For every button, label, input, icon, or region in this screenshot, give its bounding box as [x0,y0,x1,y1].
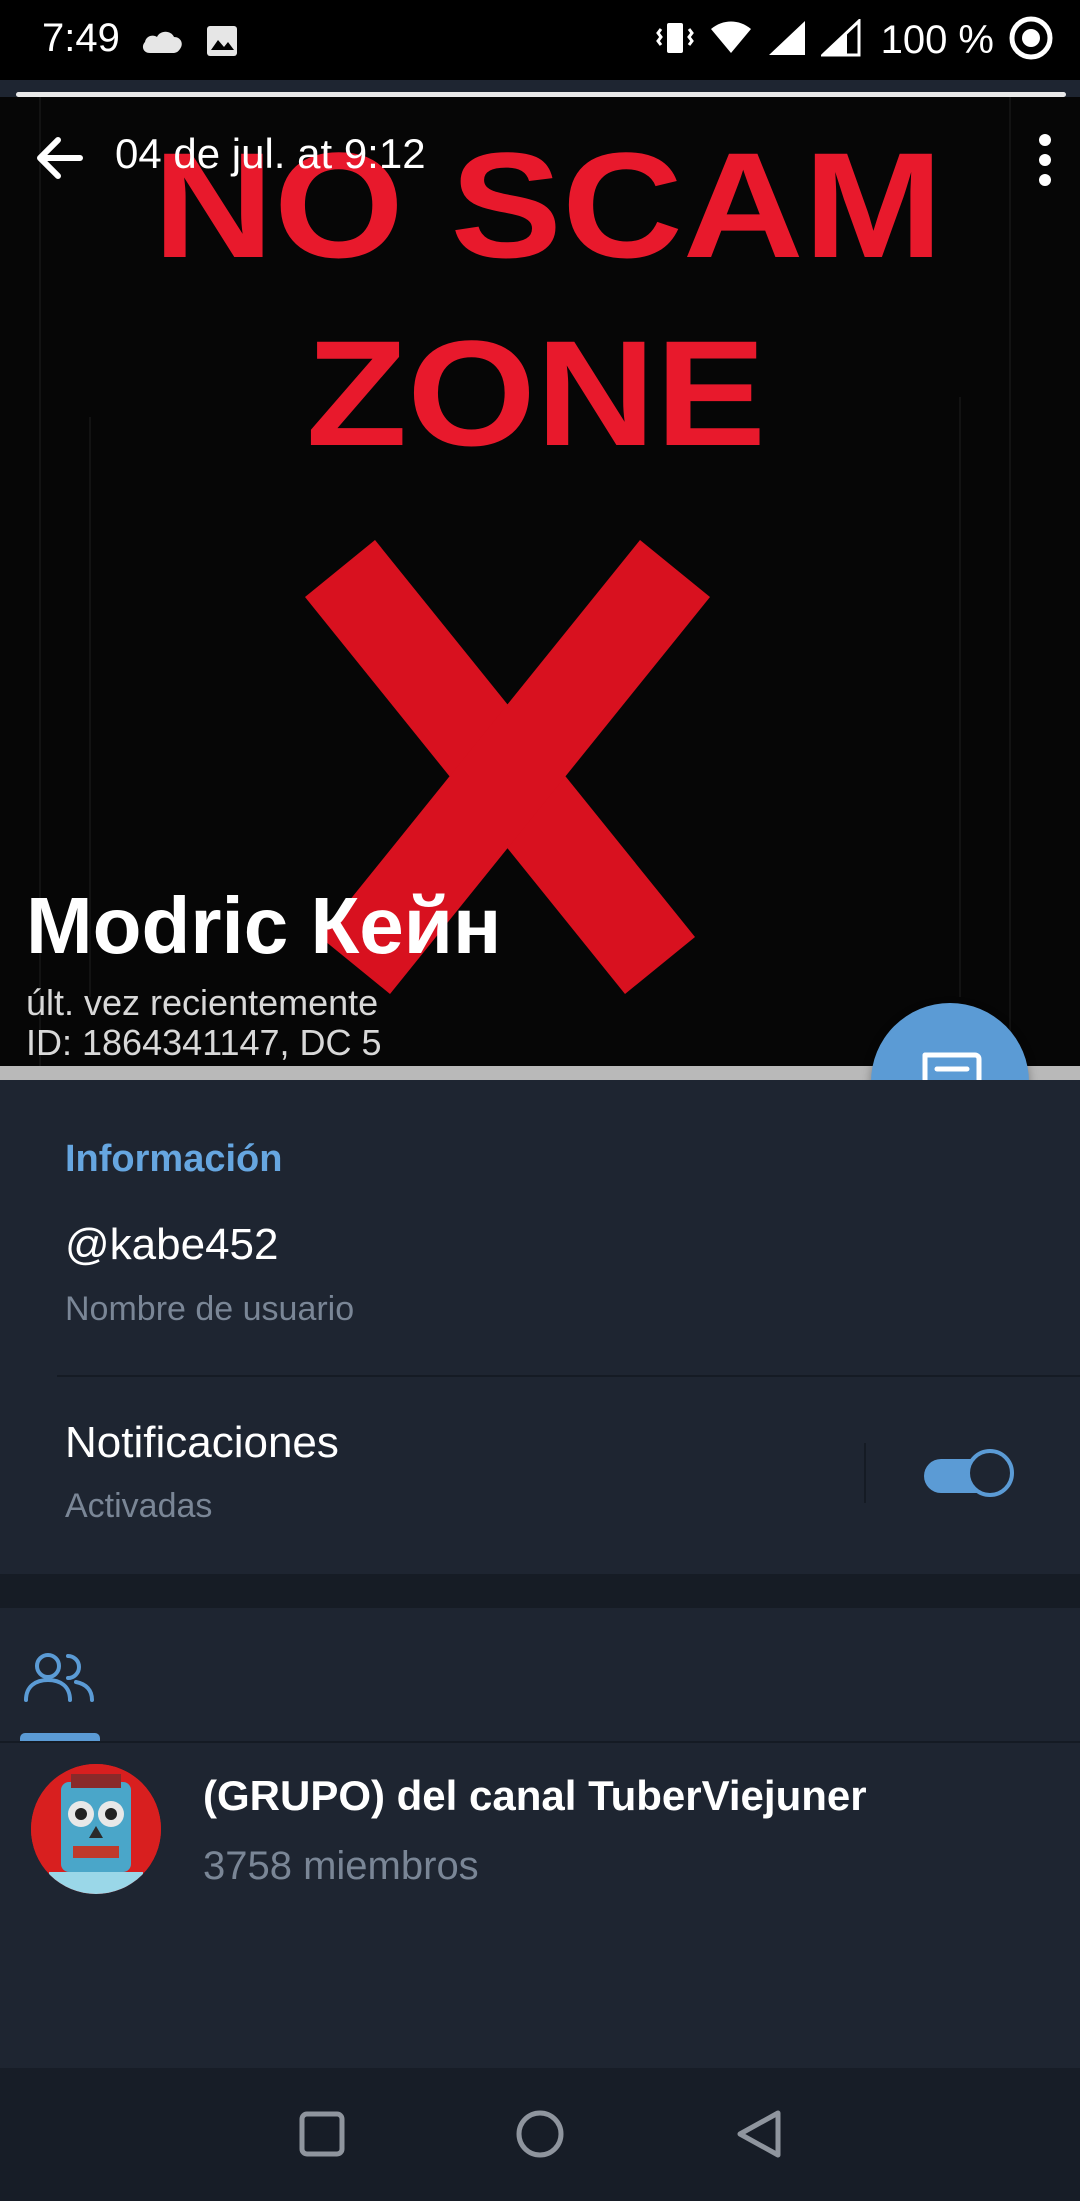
wifi-icon [709,19,753,62]
section-gap [0,1574,1080,1608]
recents-square-icon[interactable] [298,2108,346,2165]
group-member-count: 3758 miembros [203,1844,479,1888]
back-button[interactable] [30,130,96,186]
back-triangle-icon[interactable] [734,2108,784,2165]
svg-text:ZONE: ZONE [306,309,766,477]
username-value[interactable]: @kabe452 [65,1220,279,1270]
notifications-caption: Activadas [65,1487,213,1525]
last-seen-date-title: 04 de jul. at 9:12 [115,130,426,177]
more-options-button[interactable] [1030,130,1060,190]
cloud-icon [140,26,184,61]
shared-tabs-bar [0,1608,1080,1743]
notifications-toggle[interactable] [922,1449,1018,1499]
profile-name: Modric Кейн [26,881,502,970]
info-section-title: Información [65,1138,283,1180]
more-vertical-icon [1039,134,1051,186]
status-right: 100 % [655,14,1054,66]
battery-text: 100 % [880,17,994,62]
group-avatar [31,1764,161,1894]
home-circle-icon[interactable] [514,2108,566,2165]
vibrate-icon [655,19,695,62]
status-bar: 7:49 100 % [0,0,1080,80]
signal-icon [767,19,807,62]
notifications-title[interactable]: Notificaciones [65,1418,339,1468]
arrow-left-icon [37,137,83,179]
username-caption: Nombre de usuario [65,1290,355,1328]
members-icon[interactable] [22,1648,96,1713]
profile-last-seen: últ. vez recientemente [26,982,379,1023]
profile-id: ID: 1864341147, DC 5 [26,1022,382,1063]
image-icon [205,24,239,63]
status-time: 7:49 [42,16,120,60]
signal-icon [818,17,861,62]
divider [57,1375,1080,1377]
data-saver-icon [1008,15,1054,66]
toggle-knob [966,1449,1014,1497]
group-name: (GRUPO) del canal TuberViejuner [203,1772,867,1819]
vertical-separator [864,1443,866,1503]
